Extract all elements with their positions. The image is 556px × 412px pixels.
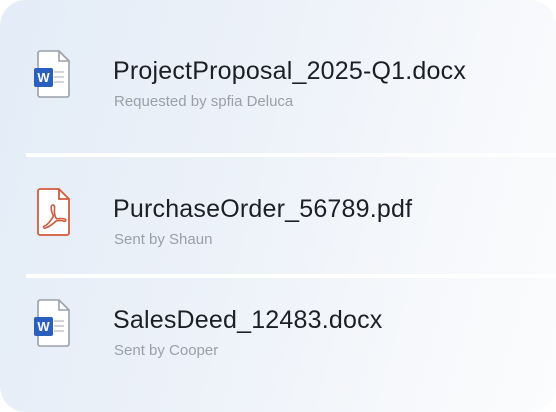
pdf-document-icon: [37, 188, 70, 236]
file-name: ProjectProposal_2025-Q1.docx: [113, 57, 467, 85]
divider: [26, 274, 556, 278]
divider: [26, 153, 556, 157]
file-name: SalesDeed_12483.docx: [113, 306, 383, 334]
file-meta: Sent by Cooper: [114, 342, 219, 359]
file-item[interactable]: W ProjectProposal_2025-Q1.docx Requested…: [0, 38, 556, 138]
file-list-card: W ProjectProposal_2025-Q1.docx Requested…: [0, 0, 556, 412]
file-meta: Sent by Shaun: [114, 231, 213, 248]
file-item[interactable]: PurchaseOrder_56789.pdf Sent by Shaun: [0, 176, 556, 276]
file-name: PurchaseOrder_56789.pdf: [113, 195, 413, 223]
word-badge-letter: W: [37, 319, 50, 334]
file-item[interactable]: W SalesDeed_12483.docx Sent by Cooper: [0, 287, 556, 387]
word-badge-letter: W: [37, 70, 50, 85]
file-meta: Requested by spfia Deluca: [114, 93, 294, 110]
word-document-icon: W: [34, 299, 70, 347]
word-document-icon: W: [34, 50, 70, 98]
